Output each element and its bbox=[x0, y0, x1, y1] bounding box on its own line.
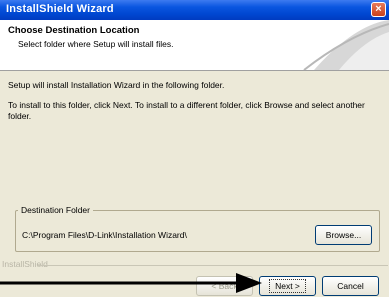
next-button[interactable]: Next > bbox=[259, 276, 316, 296]
installshield-brand-label: InstallShield bbox=[2, 259, 48, 269]
title-bar[interactable]: InstallShield Wizard × bbox=[0, 0, 389, 20]
install-info-text: Setup will install Installation Wizard i… bbox=[8, 80, 225, 90]
close-icon[interactable]: × bbox=[371, 2, 386, 17]
cancel-button[interactable]: Cancel bbox=[322, 276, 379, 296]
footer-divider bbox=[38, 265, 388, 266]
installshield-window: InstallShield Wizard × Choose Destinatio… bbox=[0, 0, 389, 297]
page-title: Choose Destination Location bbox=[8, 25, 140, 36]
header-panel: Choose Destination Location Select folde… bbox=[0, 20, 389, 71]
header-swoosh-art bbox=[303, 20, 389, 70]
destination-folder-legend: Destination Folder bbox=[18, 205, 93, 215]
next-button-label: Next > bbox=[269, 279, 306, 293]
browse-button[interactable]: Browse... bbox=[315, 225, 372, 245]
install-instructions-text: To install to this folder, click Next. T… bbox=[8, 100, 365, 121]
window-title: InstallShield Wizard bbox=[6, 3, 114, 15]
destination-path: C:\Program Files\D-Link\Installation Wiz… bbox=[22, 230, 187, 240]
page-subtitle: Select folder where Setup will install f… bbox=[18, 39, 174, 49]
pointer-arrow bbox=[0, 273, 262, 293]
